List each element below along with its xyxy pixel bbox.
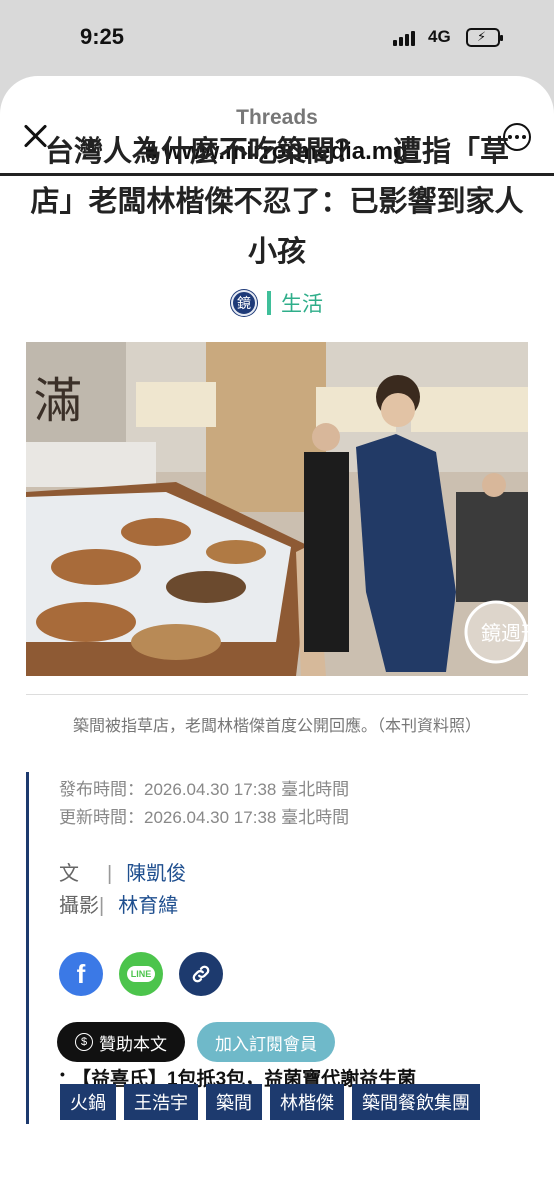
- status-bar: 9:25 4G: [0, 0, 554, 76]
- cellular-signal-icon: [393, 30, 415, 46]
- credit-photographer: 攝影 | 林育緯: [59, 890, 526, 922]
- photo-caption: 築間被指草店，老闆林楷傑首度公開回應。（本刊資料照）: [72, 718, 481, 735]
- photo-watermark: 鏡週刊: [481, 621, 528, 645]
- svg-text:滿: 滿: [34, 373, 82, 429]
- sponsor-label: 贊助本文: [99, 1034, 167, 1054]
- credits: 文 | 陳凱俊 攝影 | 林育緯: [59, 858, 526, 922]
- credit-role: 文: [59, 863, 79, 885]
- category-divider: [267, 291, 271, 315]
- credit-writer: 文 | 陳凱俊: [59, 858, 526, 890]
- tag-list: 火鍋 王浩宇 築間 林楷傑 築間餐飲集團: [60, 1084, 480, 1120]
- facebook-share-icon[interactable]: f: [59, 952, 103, 996]
- mirror-logo-icon: 鏡: [231, 290, 257, 316]
- sponsor-button[interactable]: $ 贊助本文: [57, 1022, 185, 1062]
- restaurant-photo-illustration: 滿 鏡週刊: [26, 342, 528, 676]
- copy-link-icon[interactable]: [179, 952, 223, 996]
- line-share-icon[interactable]: LINE: [119, 952, 163, 996]
- status-time: 9:25: [80, 24, 125, 49]
- article-headline: 台灣人為什麼不吃築間？ 遭指「草店」老闆林楷傑不忍了：已影響到家人小孩: [30, 134, 524, 268]
- article-category[interactable]: 鏡 生活: [0, 288, 554, 318]
- subscribe-button[interactable]: 加入訂閱會員: [197, 1022, 335, 1062]
- support-row: $ 贊助本文 加入訂閱會員: [57, 1022, 526, 1062]
- category-label: 生活: [281, 293, 323, 316]
- credit-role: 攝影: [59, 895, 99, 917]
- credit-name[interactable]: 陳凱俊: [126, 858, 186, 890]
- caption-divider: [26, 694, 528, 695]
- article-photo[interactable]: 滿 鏡週刊: [26, 342, 528, 676]
- update-time: 更新時間：2026.04.30 17:38 臺北時間: [59, 808, 350, 827]
- tag-item[interactable]: 築間餐飲集團: [352, 1084, 480, 1120]
- share-buttons: f LINE: [59, 952, 526, 996]
- credit-name[interactable]: 林育緯: [118, 890, 178, 922]
- tag-item[interactable]: 王浩宇: [124, 1084, 198, 1120]
- tag-item[interactable]: 林楷傑: [270, 1084, 344, 1120]
- battery-charging-icon: [466, 28, 503, 47]
- network-type: 4G: [428, 27, 451, 46]
- dollar-icon: $: [75, 1033, 93, 1051]
- tag-item[interactable]: 火鍋: [60, 1084, 116, 1120]
- tag-item[interactable]: 築間: [206, 1084, 262, 1120]
- publish-time: 發布時間：2026.04.30 17:38 臺北時間: [59, 780, 350, 799]
